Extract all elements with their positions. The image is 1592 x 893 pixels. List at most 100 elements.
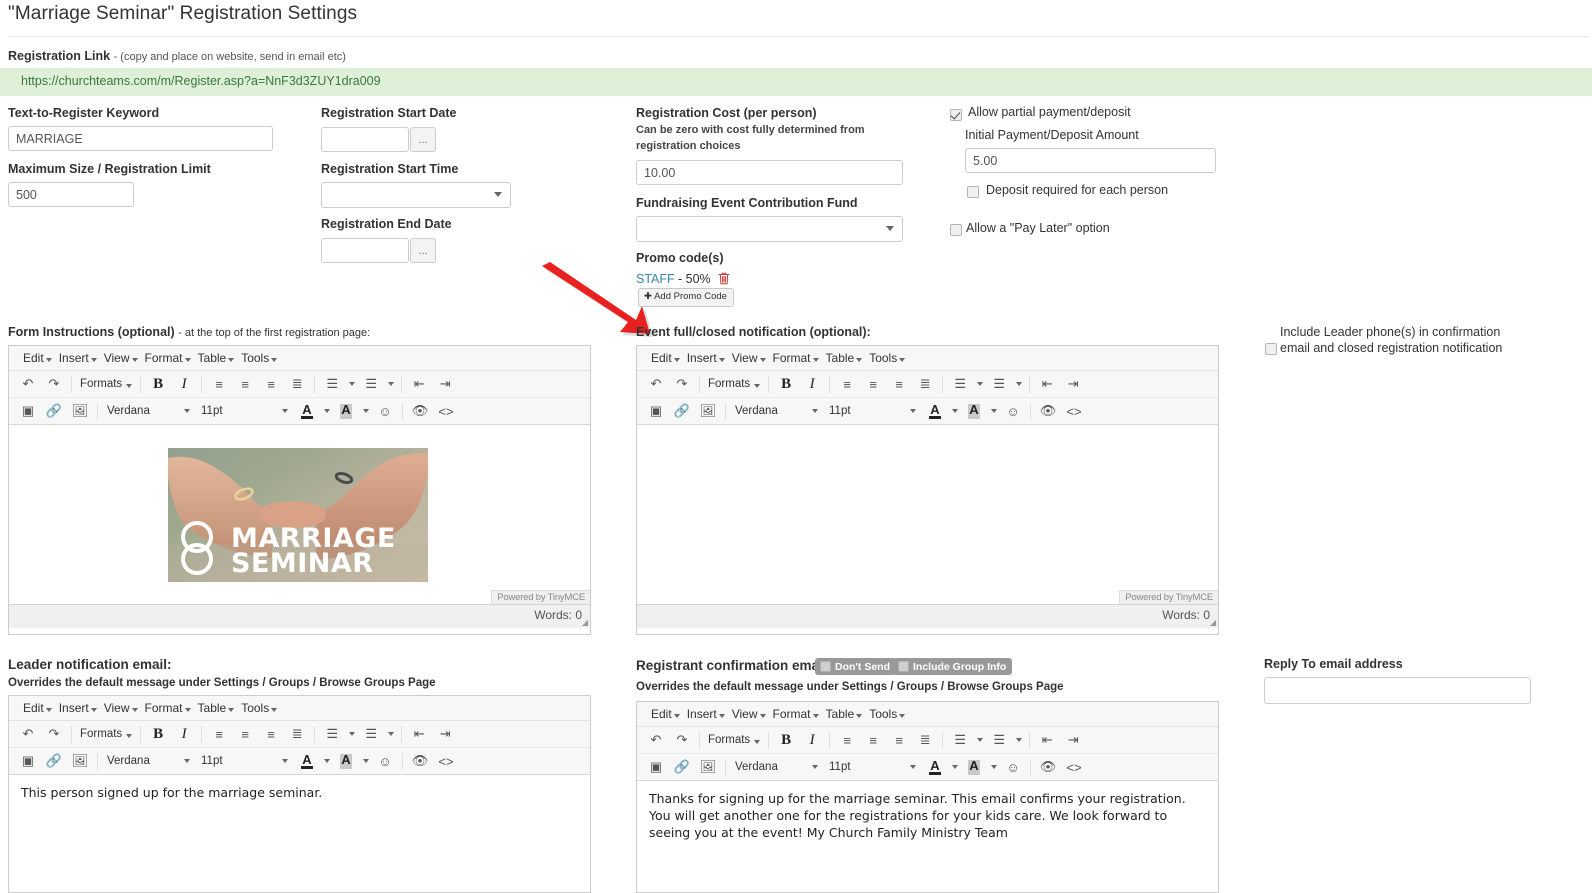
event-full-editor[interactable]: Edit Insert View Format Table Tools ↶ ↷ … bbox=[636, 345, 1219, 635]
leader-phone-checkbox[interactable] bbox=[1265, 343, 1277, 355]
bullet-list-split[interactable]: ☰ bbox=[947, 373, 986, 395]
align-left-icon[interactable]: ≡ bbox=[206, 723, 232, 745]
editor-menubar[interactable]: Edit Insert View Format Table Tools bbox=[637, 346, 1218, 371]
text-color-icon[interactable]: A bbox=[294, 400, 320, 422]
menu-edit[interactable]: Edit bbox=[17, 351, 53, 365]
align-justify-icon[interactable]: ≣ bbox=[284, 723, 310, 745]
image-icon[interactable]: 🖼 bbox=[67, 400, 93, 422]
editor-toolbar-row-1[interactable]: ↶ ↷ Formats B I ≡ ≡ ≡ ≣ ☰ ☰ ⇤ ⇥ bbox=[9, 721, 590, 748]
editor-menubar[interactable]: Edit Insert View Format Table Tools bbox=[9, 346, 590, 371]
initial-amount-input[interactable] bbox=[965, 148, 1216, 173]
start-date-picker-button[interactable]: ... bbox=[410, 127, 436, 152]
cost-input[interactable] bbox=[636, 160, 903, 185]
formats-dropdown[interactable]: Formats bbox=[704, 734, 764, 746]
align-center-icon[interactable]: ≡ bbox=[232, 723, 258, 745]
align-center-icon[interactable]: ≡ bbox=[860, 729, 886, 751]
italic-icon[interactable]: I bbox=[799, 373, 825, 395]
reply-to-input[interactable] bbox=[1264, 677, 1531, 704]
bold-icon[interactable]: B bbox=[145, 373, 171, 395]
link-icon[interactable]: 🔗 bbox=[41, 400, 67, 422]
chevron-down-icon[interactable] bbox=[948, 756, 961, 778]
menu-view[interactable]: View bbox=[98, 701, 139, 715]
font-size-select[interactable]: 11pt bbox=[824, 400, 922, 422]
numbered-list-icon[interactable]: ☰ bbox=[986, 373, 1012, 395]
align-left-icon[interactable]: ≡ bbox=[834, 729, 860, 751]
indent-icon[interactable]: ⇥ bbox=[432, 373, 458, 395]
menu-view[interactable]: View bbox=[98, 351, 139, 365]
bullet-list-icon[interactable]: ☰ bbox=[947, 729, 973, 751]
numbered-list-icon[interactable]: ☰ bbox=[358, 723, 384, 745]
align-center-icon[interactable]: ≡ bbox=[232, 373, 258, 395]
font-size-select[interactable]: 11pt bbox=[196, 750, 294, 772]
font-family-select[interactable]: Verdana bbox=[102, 400, 196, 422]
link-icon[interactable]: 🔗 bbox=[41, 750, 67, 772]
chevron-down-icon[interactable] bbox=[359, 750, 372, 772]
chevron-down-icon[interactable] bbox=[973, 729, 986, 751]
end-date-picker-button[interactable]: ... bbox=[410, 238, 436, 263]
leader-notification-body[interactable]: This person signed up for the marriage s… bbox=[9, 775, 590, 865]
leader-notification-content[interactable]: This person signed up for the marriage s… bbox=[9, 775, 590, 811]
link-icon[interactable]: 🔗 bbox=[669, 400, 695, 422]
indent-icon[interactable]: ⇥ bbox=[1060, 729, 1086, 751]
background-color-split[interactable]: A bbox=[333, 400, 372, 422]
numbered-list-split[interactable]: ☰ bbox=[358, 373, 397, 395]
formats-dropdown[interactable]: Formats bbox=[76, 378, 136, 390]
emoticon-icon[interactable]: ☺ bbox=[1000, 400, 1026, 422]
chevron-down-icon[interactable] bbox=[1012, 729, 1025, 751]
dont-send-badge[interactable]: Don't Send bbox=[815, 658, 896, 675]
formats-dropdown[interactable]: Formats bbox=[704, 378, 764, 390]
leader-notification-editor[interactable]: Edit Insert View Format Table Tools ↶ ↷ … bbox=[8, 695, 591, 893]
text-color-split[interactable]: A bbox=[922, 756, 961, 778]
preview-icon[interactable]: 👁 bbox=[407, 400, 433, 422]
bullet-list-icon[interactable]: ☰ bbox=[947, 373, 973, 395]
chevron-down-icon[interactable] bbox=[948, 400, 961, 422]
emoticon-icon[interactable]: ☺ bbox=[1000, 756, 1026, 778]
registrant-confirmation-body[interactable]: Thanks for signing up for the marriage s… bbox=[637, 781, 1218, 865]
menu-insert[interactable]: Insert bbox=[53, 701, 98, 715]
max-size-input[interactable] bbox=[8, 182, 134, 207]
chevron-down-icon[interactable] bbox=[973, 373, 986, 395]
end-date-input[interactable] bbox=[321, 238, 409, 263]
background-color-split[interactable]: A bbox=[333, 750, 372, 772]
align-right-icon[interactable]: ≡ bbox=[886, 729, 912, 751]
editor-toolbar-row-2[interactable]: ▣ 🔗 🖼 Verdana 11pt A A ☺ 👁 <> bbox=[9, 748, 590, 775]
bold-icon[interactable]: B bbox=[773, 373, 799, 395]
text-color-icon[interactable]: A bbox=[922, 400, 948, 422]
registrant-confirmation-editor[interactable]: Edit Insert View Format Table Tools ↶ ↷ … bbox=[636, 701, 1219, 893]
menu-edit[interactable]: Edit bbox=[645, 351, 681, 365]
menu-format[interactable]: Format bbox=[767, 351, 820, 365]
align-center-icon[interactable]: ≡ bbox=[860, 373, 886, 395]
start-date-input[interactable] bbox=[321, 127, 409, 152]
chevron-down-icon[interactable] bbox=[320, 750, 333, 772]
editor-toolbar-row-2[interactable]: ▣ 🔗 🖼 Verdana 11pt A A ☺ 👁 <> bbox=[637, 754, 1218, 781]
background-color-split[interactable]: A bbox=[961, 400, 1000, 422]
menu-edit[interactable]: Edit bbox=[17, 701, 53, 715]
align-left-icon[interactable]: ≡ bbox=[834, 373, 860, 395]
font-family-select[interactable]: Verdana bbox=[730, 756, 824, 778]
preview-source-icon[interactable]: ▣ bbox=[643, 756, 669, 778]
font-family-select[interactable]: Verdana bbox=[730, 400, 824, 422]
menu-insert[interactable]: Insert bbox=[681, 707, 726, 721]
add-promo-code-button[interactable]: ✚ Add Promo Code bbox=[638, 288, 734, 307]
menu-edit[interactable]: Edit bbox=[645, 707, 681, 721]
bullet-list-split[interactable]: ☰ bbox=[319, 723, 358, 745]
dont-send-checkbox[interactable] bbox=[820, 661, 831, 672]
image-icon[interactable]: 🖼 bbox=[67, 750, 93, 772]
background-color-icon[interactable]: A bbox=[961, 400, 987, 422]
source-code-icon[interactable]: <> bbox=[433, 750, 459, 772]
chevron-down-icon[interactable] bbox=[345, 373, 358, 395]
menu-tools[interactable]: Tools bbox=[235, 701, 278, 715]
undo-icon[interactable]: ↶ bbox=[15, 373, 41, 395]
numbered-list-split[interactable]: ☰ bbox=[986, 373, 1025, 395]
italic-icon[interactable]: I bbox=[799, 729, 825, 751]
redo-icon[interactable]: ↷ bbox=[669, 729, 695, 751]
bullet-list-split[interactable]: ☰ bbox=[947, 729, 986, 751]
editor-toolbar-row-2[interactable]: ▣ 🔗 🖼 Verdana 11pt A A ☺ 👁 <> bbox=[9, 398, 590, 425]
undo-icon[interactable]: ↶ bbox=[643, 373, 669, 395]
background-color-icon[interactable]: A bbox=[961, 756, 987, 778]
align-justify-icon[interactable]: ≣ bbox=[912, 729, 938, 751]
menu-insert[interactable]: Insert bbox=[53, 351, 98, 365]
undo-icon[interactable]: ↶ bbox=[643, 729, 669, 751]
menu-format[interactable]: Format bbox=[139, 351, 192, 365]
menu-table[interactable]: Table bbox=[192, 351, 236, 365]
